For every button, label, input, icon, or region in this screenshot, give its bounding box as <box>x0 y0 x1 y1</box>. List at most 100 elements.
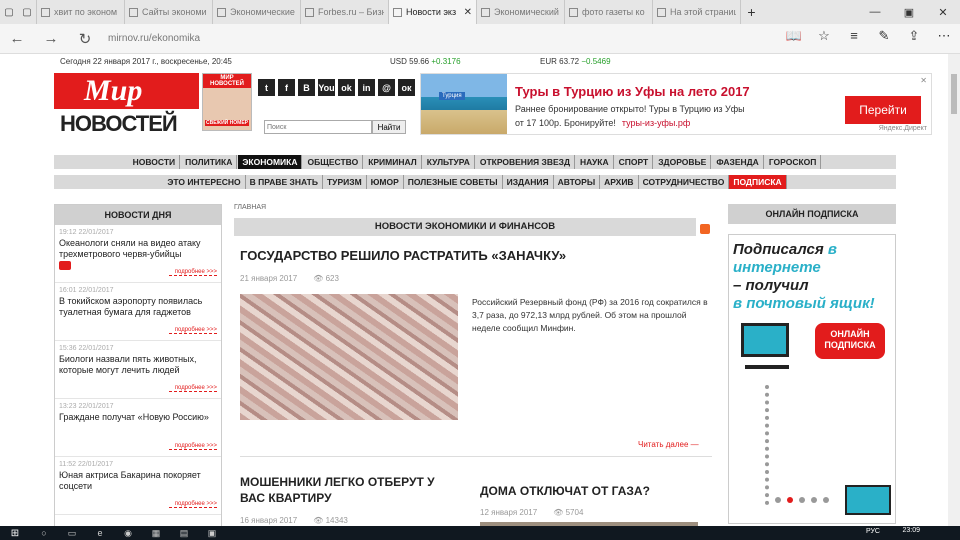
menu-item[interactable]: КРИМИНАЛ <box>364 155 422 169</box>
article3-title[interactable]: ДОМА ОТКЛЮЧАТ ОТ ГАЗА? <box>480 484 650 498</box>
news-headline[interactable]: Юная актриса Бакарина покоряет соцсети <box>59 470 217 492</box>
task-view-icon[interactable]: ▭ <box>58 526 86 540</box>
magazine-cover[interactable]: МИР НОВОСТЕЙ СВЕЖИЙ НОМЕР <box>202 73 252 131</box>
menu-item-secondary[interactable]: ПОДПИСКА <box>729 175 787 189</box>
ad-source[interactable]: Яндекс.Директ <box>879 125 927 132</box>
page-scrollbar[interactable] <box>948 54 960 526</box>
pager-dot[interactable] <box>775 497 781 503</box>
menu-item-secondary[interactable]: ЭТО ИНТЕРЕСНО <box>163 175 246 189</box>
windows-start-icon[interactable]: ⊞ <box>0 528 30 539</box>
menu-item[interactable]: ЭКОНОМИКА <box>238 155 303 169</box>
news-headline[interactable]: В токийском аэропорту появилась туалетна… <box>59 296 217 318</box>
menu-item-secondary[interactable]: ЮМОР <box>367 175 404 189</box>
menu-item[interactable]: ГОРОСКОП <box>765 155 822 169</box>
social-icon[interactable]: ok <box>338 79 355 96</box>
menu-item[interactable]: ОБЩЕСТВО <box>303 155 364 169</box>
menu-item-secondary[interactable]: АВТОРЫ <box>554 175 601 189</box>
menu-item-secondary[interactable]: ИЗДАНИЯ <box>503 175 554 189</box>
site-logo[interactable]: Мир НОВОСТЕЙ <box>54 73 199 147</box>
browser-tab[interactable]: хвит по эконом <box>36 0 124 24</box>
back-icon[interactable]: ← <box>0 30 34 47</box>
menu-item[interactable]: ЗДОРОВЬЕ <box>654 155 712 169</box>
menu-item-secondary[interactable]: АРХИВ <box>600 175 639 189</box>
menu-item[interactable]: СПОРТ <box>615 155 654 169</box>
folder-app-icon[interactable]: ▤ <box>170 526 198 540</box>
news-item[interactable]: 11:52 22/01/2017 Юная актриса Бакарина по… <box>55 457 221 515</box>
browser-tab[interactable]: Forbes.ru – Бизн <box>300 0 388 24</box>
news-item[interactable]: 15:36 22/01/2017 Биологи назвали пять жив… <box>55 341 221 399</box>
social-icon[interactable]: @ <box>378 79 395 96</box>
news-item[interactable]: 13:23 22/01/2017 Граждане получат «Новую … <box>55 399 221 457</box>
browser-tab[interactable]: Экономические <box>212 0 300 24</box>
menu-item-secondary[interactable]: ПОЛЕЗНЫЕ СОВЕТЫ <box>404 175 503 189</box>
office-app-icon[interactable]: ▦ <box>142 526 170 540</box>
menu-item[interactable]: ФАЗЕНДА <box>712 155 764 169</box>
menu-item-secondary[interactable]: В ПРАВЕ ЗНАТЬ <box>246 175 323 189</box>
url-field[interactable]: mirnov.ru/ekonomika <box>108 28 588 50</box>
news-more-link[interactable]: подробнее >>> <box>169 501 217 508</box>
news-more-link[interactable]: подробнее >>> <box>169 385 217 392</box>
scrollbar-thumb[interactable] <box>951 74 957 114</box>
browser-tab[interactable]: На этой страниц <box>652 0 740 24</box>
pager-dot[interactable] <box>799 497 805 503</box>
minimize-icon[interactable]: — <box>858 0 892 24</box>
new-tab-button[interactable]: + <box>740 0 762 24</box>
ad-link[interactable]: туры-из-уфы.рф <box>622 118 690 128</box>
ad-banner[interactable]: Турция Туры в Турцию из Уфы на лето 2017… <box>420 73 932 135</box>
browser-tab[interactable]: Сайты экономи <box>124 0 212 24</box>
article1-title[interactable]: ГОСУДАРСТВО РЕШИЛО РАСТРАТИТЬ «ЗАНАЧКУ» <box>240 248 566 263</box>
online-subscription-button[interactable]: ОНЛАЙН ПОДПИСКА <box>815 323 885 359</box>
menu-item[interactable]: КУЛЬТУРА <box>423 155 475 169</box>
menu-item[interactable]: ОТКРОВЕНИЯ ЗВЕЗД <box>476 155 576 169</box>
article2-title[interactable]: МОШЕННИКИ ЛЕГКО ОТБЕРУТ У ВАС КВАРТИРУ <box>240 474 460 506</box>
close-icon[interactable]: ✕ <box>926 0 960 24</box>
social-icon[interactable]: f <box>278 79 295 96</box>
maximize-icon[interactable]: ▣ <box>892 0 926 24</box>
ad-close-icon[interactable]: ✕ <box>920 76 927 85</box>
ad-go-button[interactable]: Перейти <box>845 96 921 124</box>
rss-icon[interactable] <box>700 224 710 234</box>
article1-image[interactable] <box>240 294 458 420</box>
reading-view-icon[interactable]: 📖 <box>784 28 804 44</box>
search-button[interactable]: Найти <box>372 120 406 134</box>
share-icon[interactable]: ⇪ <box>904 28 924 44</box>
ad-image[interactable]: Турция <box>421 74 507 134</box>
breadcrumb[interactable]: ГЛАВНАЯ <box>234 204 712 211</box>
menu-item-secondary[interactable]: ТУРИЗМ <box>323 175 367 189</box>
chrome-app-icon[interactable]: ◉ <box>114 526 142 540</box>
pager-dot[interactable] <box>811 497 817 503</box>
social-icon[interactable]: B <box>298 79 315 96</box>
menu-item[interactable]: НАУКА <box>576 155 614 169</box>
search-input[interactable] <box>264 120 372 134</box>
subscription-banner[interactable]: Подписался в интернете – получил в почтовы… <box>728 234 896 524</box>
tab-list-icon[interactable]: ▢ <box>0 0 18 24</box>
ad-title[interactable]: Туры в Турцию из Уфы на лето 2017 <box>515 84 750 99</box>
refresh-icon[interactable]: ↻ <box>68 30 102 48</box>
pager-dot-active[interactable] <box>787 497 793 503</box>
tab-close-icon[interactable]: ✕ <box>464 7 472 18</box>
news-headline[interactable]: Граждане получат «Новую Россию» <box>59 412 217 423</box>
pager-dot[interactable] <box>823 497 829 503</box>
search-icon[interactable]: ○ <box>30 526 58 540</box>
social-icon[interactable]: You <box>318 79 335 96</box>
menu-item[interactable]: ПОЛИТИКА <box>181 155 238 169</box>
browser-tab[interactable]: Новости экз ✕ <box>388 0 476 24</box>
browser-app-icon[interactable]: e <box>86 526 114 540</box>
store-app-icon[interactable]: ▣ <box>198 526 226 540</box>
menu-item[interactable]: НОВОСТИ <box>129 155 181 169</box>
web-note-icon[interactable]: ✎ <box>874 28 894 44</box>
news-more-link[interactable]: подробнее >>> <box>169 269 217 276</box>
news-more-link[interactable]: подробнее >>> <box>169 327 217 334</box>
browser-tab[interactable]: Экономический <box>476 0 564 24</box>
social-icon[interactable]: in <box>358 79 375 96</box>
more-icon[interactable]: ⋯ <box>934 28 954 44</box>
browser-tab[interactable]: фото газеты ко <box>564 0 652 24</box>
news-headline[interactable]: Океанологи сняли на видео атаку трехметр… <box>59 238 217 260</box>
social-icon[interactable]: ок <box>398 79 415 96</box>
social-icon[interactable]: t <box>258 79 275 96</box>
read-more-link[interactable]: Читать далее — <box>638 440 699 449</box>
news-item[interactable]: 19:12 22/01/2017 Океанологи сняли на виде… <box>55 225 221 283</box>
forward-icon[interactable]: → <box>34 30 68 47</box>
news-item[interactable]: 16:01 22/01/2017 В токийском аэропорту по… <box>55 283 221 341</box>
news-more-link[interactable]: подробнее >>> <box>169 443 217 450</box>
